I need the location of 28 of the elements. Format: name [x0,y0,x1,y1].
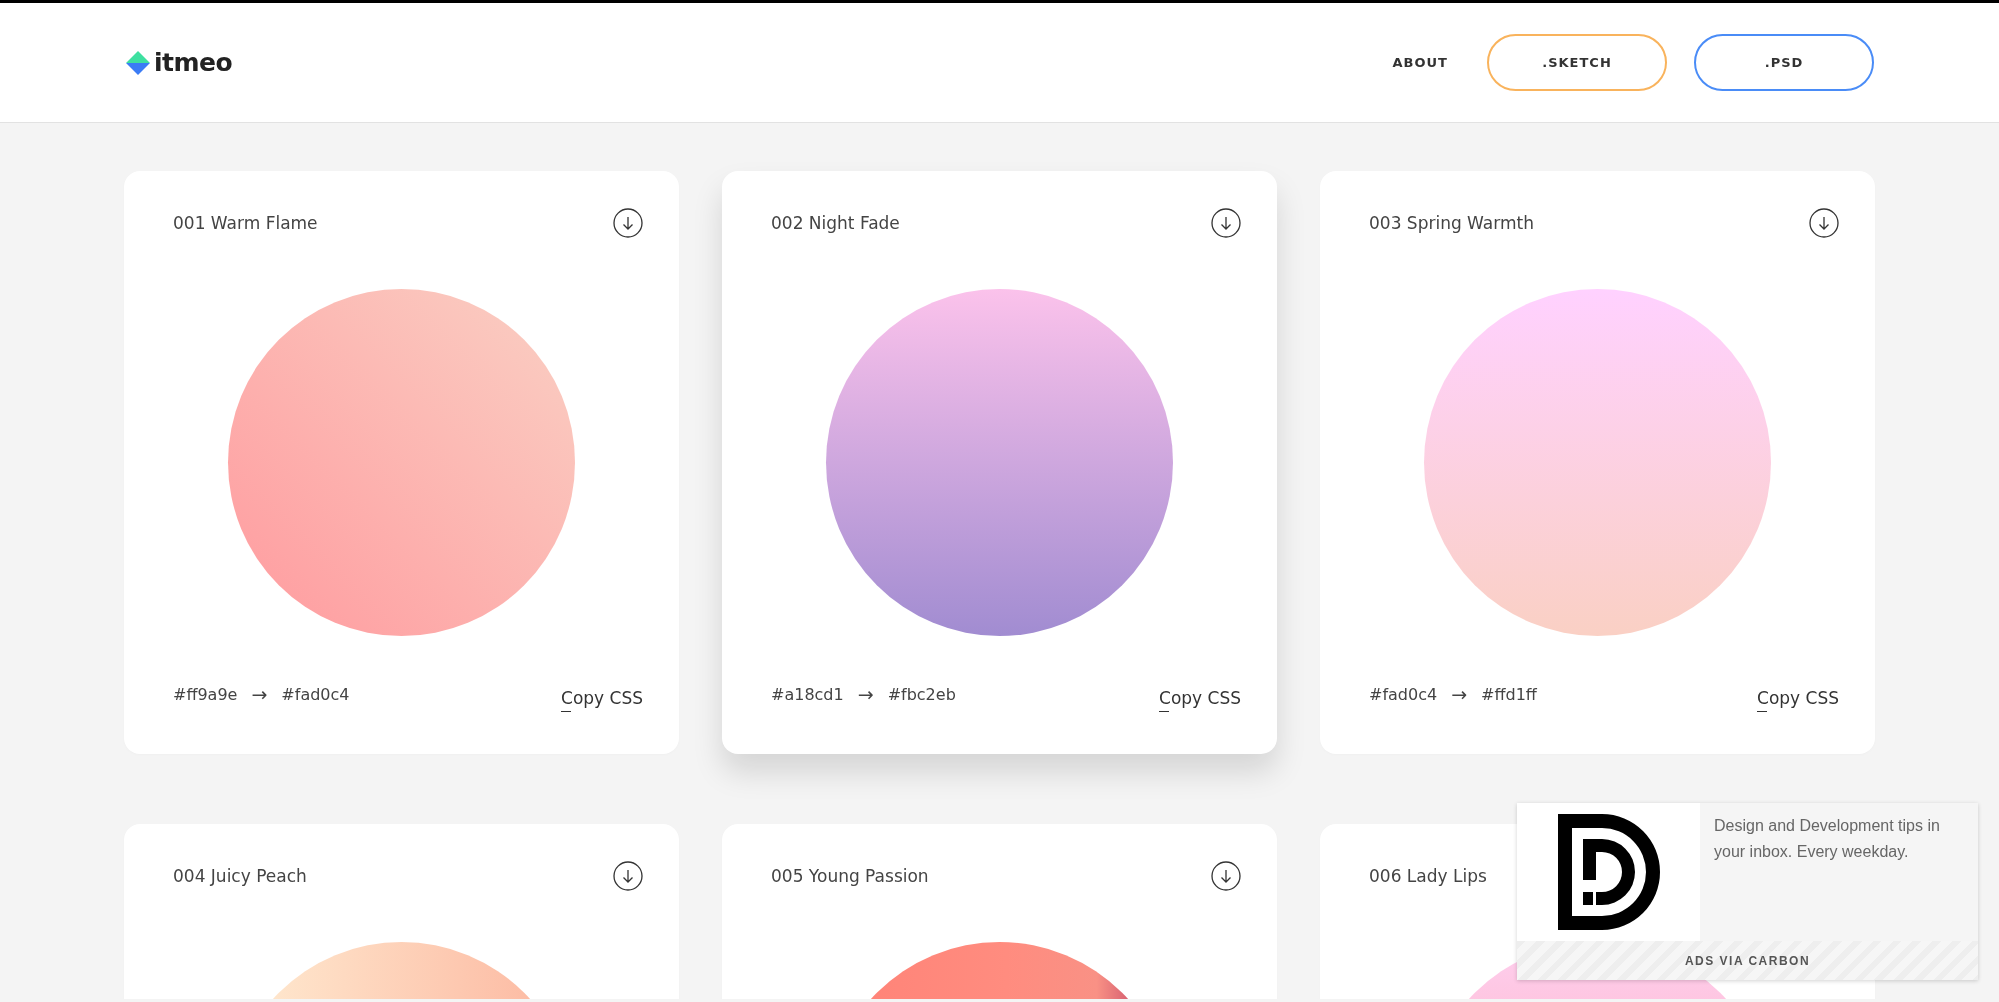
arrow: → [251,683,268,705]
end-color-code: #fbc2eb [887,684,956,704]
download-icon[interactable] [1211,861,1241,891]
ad-text[interactable]: Design and Development tips in your inbox. Every weekday. [1700,803,1978,941]
arrow: → [1451,683,1468,705]
download-icon[interactable] [1211,208,1241,238]
arrow: → [857,683,874,705]
gradient-title: 001 Warm Flame [173,213,318,233]
download-icon[interactable] [613,208,643,238]
gradient-title: 006 Lady Lips [1369,866,1487,886]
download-button[interactable]: .PSD [1694,34,1874,91]
ad-footer[interactable]: ADS VIA CARBON [1517,941,1978,980]
logo-text[interactable]: itmeo [154,48,233,77]
download-icon[interactable] [613,861,643,891]
gradient-title: 005 Young Passion [771,866,929,886]
gradient-title: 003 Spring Warmth [1369,213,1534,233]
gradient-title: 004 Juicy Peach [173,866,307,886]
download-button[interactable]: .SKETCH [1487,34,1667,91]
end-color-code: #fad0c4 [281,684,350,704]
about-link[interactable]: ABOUT [1392,55,1448,70]
diamond-logo-icon [125,49,151,76]
gradient-title: 002 Night Fade [771,213,900,233]
start-color-code: #a18cd1 [771,684,844,704]
start-color-code: #fad0c4 [1369,684,1438,704]
end-color-code: #ffd1ff [1481,684,1537,704]
start-color-code: #ff9a9e [173,684,238,704]
d-logo-icon [1557,814,1660,930]
download-icon[interactable] [1809,208,1839,238]
